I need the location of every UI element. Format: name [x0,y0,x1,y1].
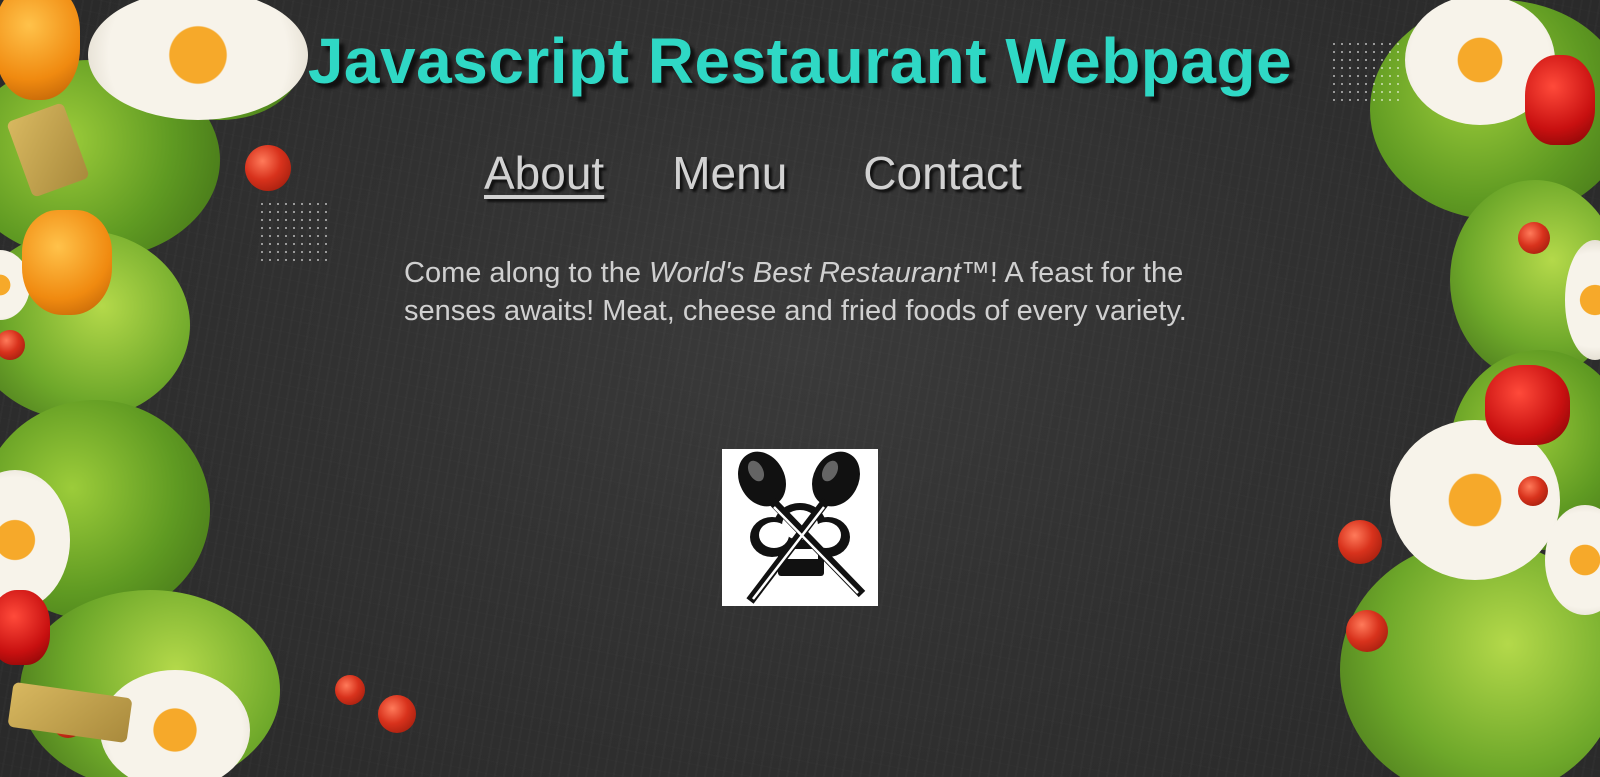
restaurant-name: World's Best Restaurant [649,257,961,289]
restaurant-logo [722,449,878,606]
food-border-left [0,0,416,777]
nav-link-about[interactable]: About [484,146,604,200]
crossed-spoons-chef-hat-icon [738,451,866,604]
food-border-right [1300,0,1600,777]
nav-link-menu[interactable]: Menu [672,146,787,200]
page-title: Javascript Restaurant Webpage [307,25,1293,97]
about-text-before: Come along to the [404,257,650,289]
nav-link-contact[interactable]: Contact [863,146,1022,200]
main-nav: About Menu Contact [484,146,1090,200]
about-paragraph: Come along to the World's Best Restauran… [404,254,1194,330]
